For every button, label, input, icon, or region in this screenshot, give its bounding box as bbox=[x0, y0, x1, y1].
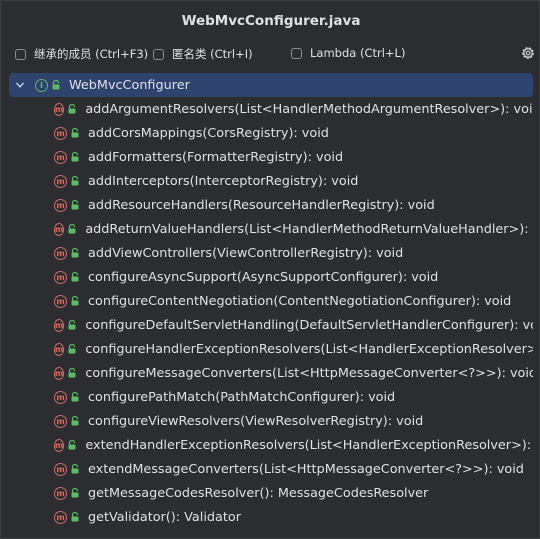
public-lock-icon bbox=[67, 440, 77, 450]
lambda-checkbox[interactable]: Lambda (Ctrl+L) bbox=[291, 46, 405, 60]
method-row[interactable]: m configureContentNegotiation(ContentNego… bbox=[9, 289, 533, 313]
method-icon: m bbox=[54, 318, 65, 332]
method-row[interactable]: m getValidator(): Validator bbox=[9, 505, 533, 529]
method-icon: m bbox=[54, 486, 67, 500]
method-row[interactable]: m addCorsMappings(CorsRegistry): void bbox=[9, 121, 533, 145]
method-icon: m bbox=[54, 414, 67, 428]
public-lock-icon bbox=[70, 152, 80, 162]
public-lock-icon bbox=[70, 272, 80, 282]
method-label: extendMessageConverters(List<HttpMessage… bbox=[88, 461, 524, 477]
public-lock-icon bbox=[70, 176, 80, 186]
anonymous-classes-label: 匿名类 (Ctrl+I) bbox=[172, 47, 253, 61]
interface-icon: I bbox=[35, 78, 48, 92]
gear-icon[interactable] bbox=[520, 45, 536, 61]
public-lock-icon bbox=[67, 368, 77, 378]
tree-root-node[interactable]: I WebMvcConfigurer bbox=[9, 73, 533, 97]
method-label: configureContentNegotiation(ContentNegot… bbox=[88, 293, 512, 309]
method-row[interactable]: m configureAsyncSupport(AsyncSupportConfi… bbox=[9, 265, 533, 289]
public-lock-icon bbox=[67, 224, 77, 234]
method-row[interactable]: m extendHandlerExceptionResolvers(List<Ha… bbox=[9, 433, 533, 457]
method-icon: m bbox=[54, 462, 67, 476]
method-label: configureDefaultServletHandling(DefaultS… bbox=[85, 317, 533, 333]
method-icon: m bbox=[54, 510, 67, 524]
method-icon: m bbox=[54, 198, 67, 212]
popup-title: WebMvcConfigurer.java bbox=[181, 13, 361, 29]
inherited-members-checkbox[interactable]: 继承的成员 (Ctrl+F3) bbox=[15, 46, 148, 62]
public-lock-icon bbox=[67, 344, 77, 354]
lambda-label: Lambda (Ctrl+L) bbox=[310, 46, 406, 60]
method-label: configurePathMatch(PathMatchConfigurer):… bbox=[88, 389, 396, 405]
method-label: addCorsMappings(CorsRegistry): void bbox=[88, 125, 329, 141]
method-row[interactable]: m configureMessageConverters(List<HttpMes… bbox=[9, 361, 533, 385]
public-lock-icon bbox=[70, 512, 80, 522]
method-row[interactable]: m configureDefaultServletHandling(Default… bbox=[9, 313, 533, 337]
method-label: addReturnValueHandlers(List<HandlerMetho… bbox=[85, 221, 533, 237]
public-lock-icon bbox=[70, 296, 80, 306]
method-icon: m bbox=[54, 102, 65, 116]
inherited-members-label: 继承的成员 (Ctrl+F3) bbox=[34, 47, 149, 61]
method-row[interactable]: m addResourceHandlers(ResourceHandlerRegi… bbox=[9, 193, 533, 217]
root-class-label: WebMvcConfigurer bbox=[69, 77, 190, 93]
method-label: addFormatters(FormatterRegistry): void bbox=[88, 149, 344, 165]
method-icon: m bbox=[54, 126, 67, 140]
method-icon: m bbox=[54, 150, 67, 164]
method-row[interactable]: m addReturnValueHandlers(List<HandlerMeth… bbox=[9, 217, 533, 241]
anonymous-classes-checkbox[interactable]: 匿名类 (Ctrl+I) bbox=[153, 46, 253, 62]
method-icon: m bbox=[54, 342, 65, 356]
public-lock-icon bbox=[70, 392, 80, 402]
method-list: m addArgumentResolvers(List<HandlerMethod… bbox=[9, 97, 533, 529]
method-row[interactable]: m configurePathMatch(PathMatchConfigurer)… bbox=[9, 385, 533, 409]
method-row[interactable]: m addViewControllers(ViewControllerRegist… bbox=[9, 241, 533, 265]
method-row[interactable]: m configureHandlerExceptionResolvers(List… bbox=[9, 337, 533, 361]
method-icon: m bbox=[54, 174, 67, 188]
method-label: configureAsyncSupport(AsyncSupportConfig… bbox=[88, 269, 439, 285]
method-label: configureHandlerExceptionResolvers(List<… bbox=[85, 341, 533, 357]
method-row[interactable]: m configureViewResolvers(ViewResolverRegi… bbox=[9, 409, 533, 433]
method-label: addResourceHandlers(ResourceHandlerRegis… bbox=[88, 197, 435, 213]
public-lock-icon bbox=[70, 416, 80, 426]
method-icon: m bbox=[54, 366, 65, 380]
method-label: configureViewResolvers(ViewResolverRegis… bbox=[88, 413, 424, 429]
public-lock-icon bbox=[70, 128, 80, 138]
method-label: configureMessageConverters(List<HttpMess… bbox=[85, 365, 533, 381]
public-lock-icon bbox=[67, 104, 77, 114]
public-lock-icon bbox=[51, 80, 61, 90]
method-label: getMessageCodesResolver(): MessageCodesR… bbox=[88, 485, 429, 501]
method-icon: m bbox=[54, 270, 67, 284]
method-label: extendHandlerExceptionResolvers(List<Han… bbox=[85, 437, 533, 453]
filter-options-bar: 继承的成员 (Ctrl+F3) 匿名类 (Ctrl+I) Lambda (Ctr… bbox=[1, 41, 539, 67]
method-row[interactable]: m extendMessageConverters(List<HttpMessag… bbox=[9, 457, 533, 481]
method-row[interactable]: m addArgumentResolvers(List<HandlerMethod… bbox=[9, 97, 533, 121]
method-label: addViewControllers(ViewControllerRegistr… bbox=[88, 245, 404, 261]
method-icon: m bbox=[54, 246, 67, 260]
method-label: getValidator(): Validator bbox=[88, 509, 241, 525]
method-row[interactable]: m getMessageCodesResolver(): MessageCodes… bbox=[9, 481, 533, 505]
structure-tree: I WebMvcConfigurer m addArgumentResolvers… bbox=[9, 73, 533, 529]
public-lock-icon bbox=[67, 320, 77, 330]
public-lock-icon bbox=[70, 488, 80, 498]
method-icon: m bbox=[54, 438, 65, 452]
public-lock-icon bbox=[70, 248, 80, 258]
chevron-down-icon[interactable] bbox=[15, 80, 25, 90]
checkbox-box[interactable] bbox=[291, 47, 302, 59]
checkbox-box[interactable] bbox=[15, 48, 26, 60]
public-lock-icon bbox=[70, 200, 80, 210]
method-row[interactable]: m addInterceptors(InterceptorRegistry): v… bbox=[9, 169, 533, 193]
method-label: addInterceptors(InterceptorRegistry): vo… bbox=[88, 173, 359, 189]
method-row[interactable]: m addFormatters(FormatterRegistry): void bbox=[9, 145, 533, 169]
method-label: addArgumentResolvers(List<HandlerMethodA… bbox=[85, 101, 533, 117]
method-icon: m bbox=[54, 222, 65, 236]
method-icon: m bbox=[54, 390, 67, 404]
structure-popup: WebMvcConfigurer.java 继承的成员 (Ctrl+F3) 匿名… bbox=[0, 0, 540, 539]
method-icon: m bbox=[54, 294, 67, 308]
checkbox-box[interactable] bbox=[153, 48, 164, 60]
public-lock-icon bbox=[70, 464, 80, 474]
